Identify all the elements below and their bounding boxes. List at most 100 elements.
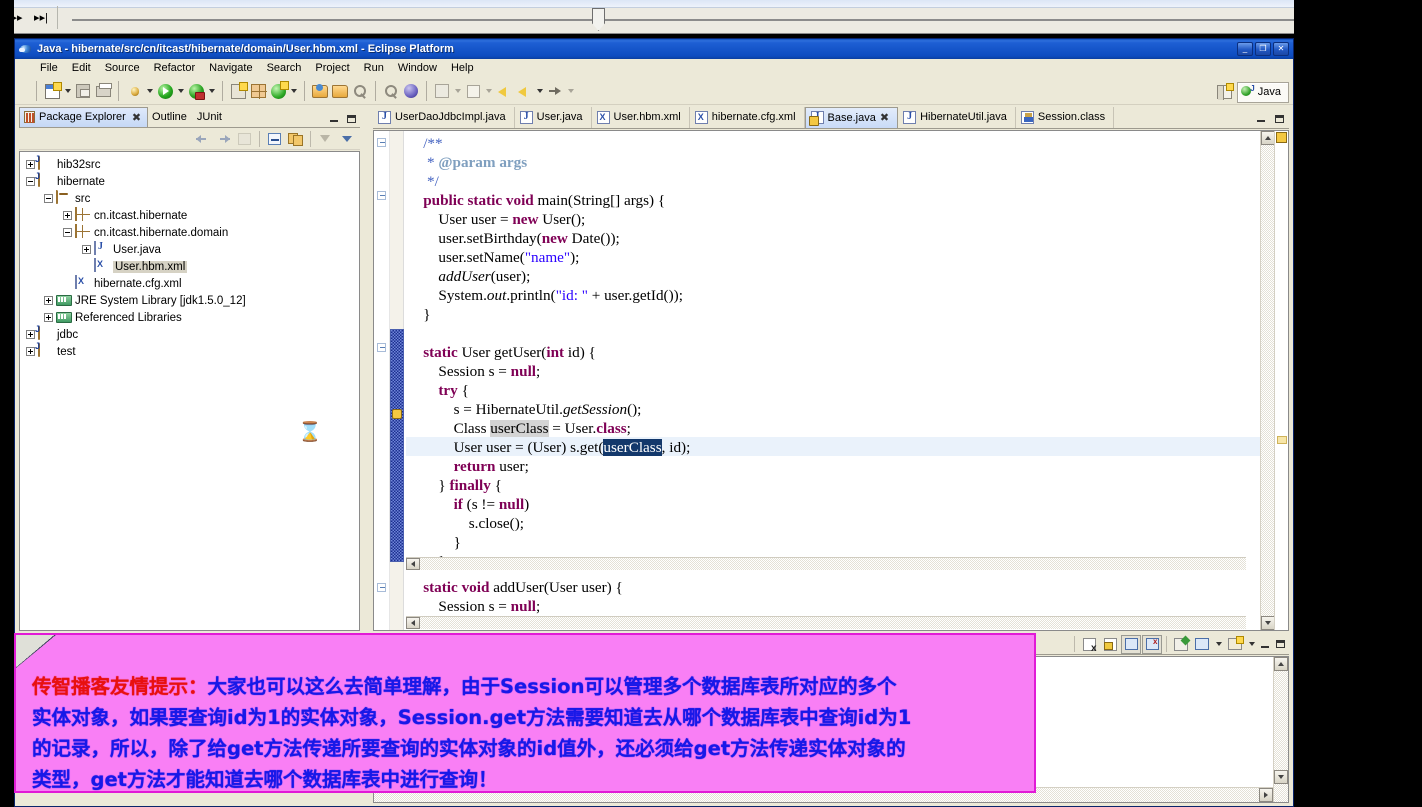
overview-warning-icon[interactable] <box>1276 132 1287 143</box>
view-menu-icon[interactable] <box>337 130 356 148</box>
expand-icon[interactable] <box>82 245 91 254</box>
close-icon[interactable]: ✖ <box>132 111 141 124</box>
new-java-project-icon[interactable] <box>228 81 248 101</box>
fold-marker-icon[interactable] <box>377 583 386 592</box>
maximize-icon[interactable] <box>1272 112 1286 125</box>
open-task-icon[interactable] <box>330 81 350 101</box>
expand-icon[interactable] <box>44 313 53 322</box>
console-vertical-scrollbar[interactable] <box>1273 657 1288 802</box>
scroll-left-icon[interactable] <box>406 617 420 629</box>
collapse-icon[interactable] <box>26 177 35 186</box>
debug-icon[interactable] <box>124 81 144 101</box>
project-tree[interactable]: hib32src hibernate src <box>19 151 360 631</box>
open-resource-icon[interactable] <box>350 81 370 101</box>
next-annotation-icon[interactable] <box>432 81 452 101</box>
display-selected-console-icon[interactable] <box>1171 635 1191 654</box>
open-perspective-icon[interactable] <box>1214 82 1236 103</box>
menu-run[interactable]: Run <box>357 60 391 76</box>
new-file-icon[interactable] <box>42 81 62 101</box>
new-class-dropdown-icon[interactable] <box>288 81 299 101</box>
scroll-left-icon[interactable] <box>406 558 420 570</box>
save-icon[interactable] <box>73 81 93 101</box>
forward-dropdown-icon[interactable] <box>565 81 576 101</box>
editor-tab-user-hbm-xml[interactable]: User.hbm.xml <box>591 107 690 128</box>
new-console-dropdown-icon[interactable] <box>1246 634 1257 654</box>
run-dropdown-icon[interactable] <box>175 81 186 101</box>
tree-item[interactable]: JRE System Library [jdk1.5.0_12] <box>20 292 359 309</box>
editor-tab-user-java[interactable]: User.java <box>514 107 592 128</box>
home-icon[interactable] <box>235 130 254 148</box>
tree-item[interactable]: cn.itcast.hibernate <box>20 207 359 224</box>
scroll-down-icon[interactable] <box>1274 770 1288 784</box>
minimize-button[interactable]: _ <box>1237 42 1253 56</box>
open-console-dropdown-icon[interactable] <box>1213 634 1224 654</box>
back-dropdown-icon[interactable] <box>534 81 545 101</box>
scroll-down-icon[interactable] <box>1261 616 1275 630</box>
print-icon[interactable] <box>93 81 113 101</box>
tree-item[interactable]: jdbc <box>20 326 359 343</box>
tab-package-explorer[interactable]: Package Explorer ✖ <box>19 107 149 127</box>
editor-tab-base-java[interactable]: Base.java ✖ <box>804 107 899 128</box>
tree-item[interactable]: Referenced Libraries <box>20 309 359 326</box>
menu-help[interactable]: Help <box>444 60 481 76</box>
menu-source[interactable]: Source <box>98 60 147 76</box>
expand-icon[interactable] <box>44 296 53 305</box>
menu-refactor[interactable]: Refactor <box>147 60 203 76</box>
menu-project[interactable]: Project <box>308 60 356 76</box>
debug-dropdown-icon[interactable] <box>144 81 155 101</box>
link-with-editor-icon[interactable] <box>286 130 305 148</box>
restore-button[interactable]: ❐ <box>1255 42 1271 56</box>
collapse-icon[interactable] <box>63 228 72 237</box>
lock-scroll-icon[interactable] <box>1100 635 1120 654</box>
last-edit-location-icon[interactable] <box>494 81 514 101</box>
run-external-dropdown-icon[interactable] <box>206 81 217 101</box>
editor-tab-hibernateutil-java[interactable]: HibernateUtil.java <box>898 107 1016 128</box>
tab-outline[interactable]: Outline <box>148 107 193 127</box>
scroll-right-icon[interactable] <box>1259 788 1273 802</box>
tree-item[interactable]: cn.itcast.hibernate.domain <box>20 224 359 241</box>
previous-annotation-icon[interactable] <box>463 81 483 101</box>
menu-window[interactable]: Window <box>391 60 444 76</box>
pin-console-icon[interactable] <box>1121 634 1141 654</box>
menu-navigate[interactable]: Navigate <box>202 60 259 76</box>
tree-item[interactable]: src <box>20 190 359 207</box>
run-icon[interactable] <box>155 81 175 101</box>
close-icon[interactable]: ✖ <box>880 111 889 124</box>
fold-marker-icon[interactable] <box>377 343 386 352</box>
editor-tab-session-class[interactable]: Session.class <box>1015 107 1115 128</box>
editor-tab-hibernate-cfg-xml[interactable]: hibernate.cfg.xml <box>689 107 805 128</box>
next-track-icon[interactable]: ▸▸| <box>32 10 50 26</box>
fold-marker-icon[interactable] <box>377 138 386 147</box>
maximize-icon[interactable] <box>1273 638 1287 651</box>
new-file-dropdown-icon[interactable] <box>62 81 73 101</box>
run-external-icon[interactable] <box>186 81 206 101</box>
terminate-console-icon[interactable] <box>1142 634 1162 654</box>
maximize-icon[interactable] <box>344 112 358 125</box>
new-package-icon[interactable] <box>248 81 268 101</box>
seek-slider-thumb[interactable] <box>592 8 605 31</box>
tree-item[interactable]: hibernate.cfg.xml <box>20 275 359 292</box>
new-class-icon[interactable] <box>268 80 289 101</box>
forward-icon[interactable] <box>545 81 565 101</box>
menu-edit[interactable]: Edit <box>65 60 98 76</box>
editor-vertical-scrollbar[interactable] <box>1260 131 1275 630</box>
open-url-icon[interactable] <box>401 81 421 101</box>
editor-scrollbar-thumb[interactable] <box>390 329 404 562</box>
overview-ruler[interactable] <box>1274 131 1288 630</box>
minimize-icon[interactable] <box>1254 112 1268 125</box>
tree-item[interactable]: hibernate <box>20 173 359 190</box>
open-console-icon[interactable] <box>1192 635 1212 654</box>
close-button[interactable]: ✕ <box>1273 42 1289 56</box>
editor-horizontal-scrollbar-bottom[interactable] <box>406 616 1246 629</box>
tree-item[interactable]: hib32src <box>20 156 359 173</box>
tree-item-selected[interactable]: User.hbm.xml <box>20 258 359 275</box>
tab-junit[interactable]: JUnit <box>192 107 228 127</box>
next-annotation-dropdown-icon[interactable] <box>452 81 463 101</box>
back-icon[interactable] <box>514 81 534 101</box>
scroll-up-icon[interactable] <box>1261 131 1275 145</box>
minimize-icon[interactable] <box>1258 638 1272 651</box>
folding-gutter[interactable] <box>374 131 390 630</box>
perspective-tab-java[interactable]: Java <box>1236 81 1289 103</box>
fold-marker-icon[interactable] <box>377 191 386 200</box>
expand-icon[interactable] <box>26 160 35 169</box>
